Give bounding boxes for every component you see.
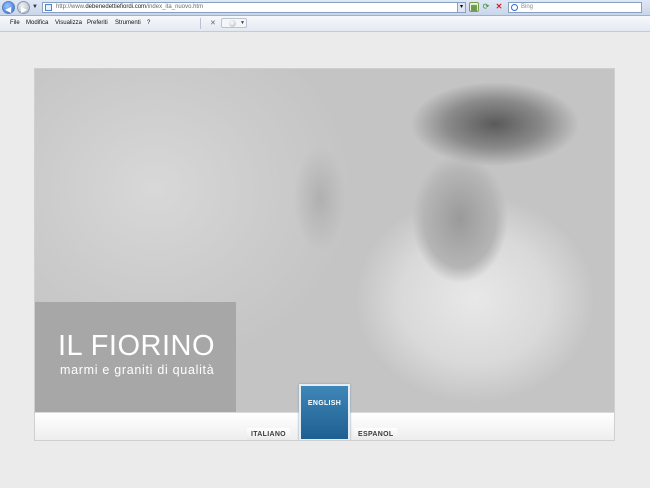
stop-icon[interactable]: ✕	[494, 2, 504, 12]
address-dropdown-button[interactable]: ▾	[457, 2, 466, 13]
menu-file[interactable]: File	[10, 20, 20, 26]
site-subtitle: marmi e graniti di qualità	[60, 363, 215, 377]
page-icon	[45, 4, 52, 11]
site-title: IL FIORINO	[58, 330, 215, 362]
language-italiano-link[interactable]: ITALIANO	[247, 428, 290, 440]
search-placeholder: Bing	[521, 4, 534, 10]
menu-modifica[interactable]: Modifica	[26, 20, 48, 26]
address-toolbar: ◀ ▶ ▼ http://www.debenedettiefiordi.com/…	[0, 0, 650, 16]
new-tab-button[interactable]: ▼	[221, 18, 247, 28]
compatibility-view-icon[interactable]: ▦	[469, 2, 479, 12]
close-tab-icon[interactable]: ✕	[210, 19, 216, 27]
url-text: http://www.debenedettiefiordi.com/index_…	[56, 4, 204, 10]
language-english-label: ENGLISH	[307, 400, 342, 407]
address-input[interactable]: http://www.debenedettiefiordi.com/index_…	[42, 2, 466, 13]
title-panel: IL FIORINO marmi e graniti di qualità	[35, 302, 236, 412]
back-button[interactable]: ◀	[2, 1, 15, 14]
search-input[interactable]: Bing	[508, 2, 642, 13]
tab-globe-icon	[229, 20, 236, 27]
language-espanol-link[interactable]: ESPANOL	[354, 428, 398, 440]
history-dropdown-icon[interactable]: ▼	[32, 4, 38, 10]
chevron-down-icon: ▼	[240, 20, 245, 26]
language-english-button[interactable]: ENGLISH	[299, 384, 350, 440]
toolbar-divider	[200, 18, 201, 29]
bing-icon	[511, 4, 518, 11]
forward-button[interactable]: ▶	[17, 1, 30, 14]
site-container: IL FIORINO marmi e graniti di qualità IT…	[34, 68, 615, 441]
menu-bar: File Modifica Visualizza Preferiti Strum…	[0, 16, 650, 32]
refresh-icon[interactable]: ⟳	[481, 2, 491, 12]
menu-strumenti[interactable]: Strumenti	[115, 20, 141, 26]
back-arrow-icon: ◀	[5, 5, 12, 14]
forward-arrow-icon: ▶	[21, 5, 28, 14]
menu-visualizza[interactable]: Visualizza	[55, 20, 82, 26]
menu-preferiti[interactable]: Preferiti	[87, 20, 108, 26]
menu-help[interactable]: ?	[147, 20, 150, 26]
